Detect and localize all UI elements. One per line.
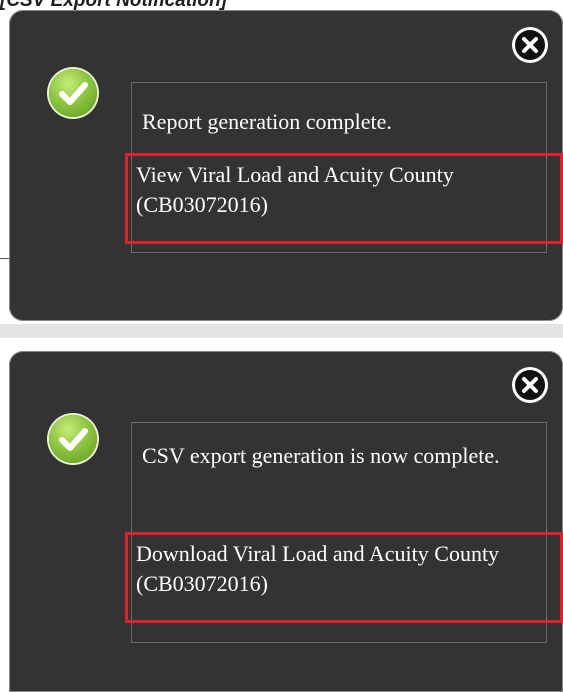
close-circle-icon: [515, 30, 545, 60]
close-notification-button[interactable]: [512, 367, 548, 403]
csv-export-notification: CSV export generation is now complete. D…: [9, 351, 563, 692]
notification-message: Report generation complete.: [142, 109, 392, 134]
close-notification-button[interactable]: [512, 27, 548, 63]
notification-message-box: Report generation complete. View Viral L…: [125, 82, 563, 253]
view-report-link[interactable]: View Viral Load and Acuity County (CB030…: [136, 160, 554, 220]
section-divider: [0, 324, 563, 338]
check-circle-icon: [49, 69, 97, 117]
close-circle-icon: [515, 370, 545, 400]
notification-message-box: CSV export generation is now complete. D…: [125, 422, 563, 643]
notification-message: CSV export generation is now complete.: [142, 443, 500, 468]
check-circle-icon: [49, 415, 97, 463]
download-csv-link[interactable]: Download Viral Load and Acuity County (C…: [136, 539, 554, 599]
edge-mark: [0, 258, 9, 259]
report-complete-notification: Report generation complete. View Viral L…: [9, 10, 563, 321]
csv-link-highlight: Download Viral Load and Acuity County (C…: [125, 532, 563, 623]
report-link-highlight: View Viral Load and Acuity County (CB030…: [125, 153, 563, 244]
